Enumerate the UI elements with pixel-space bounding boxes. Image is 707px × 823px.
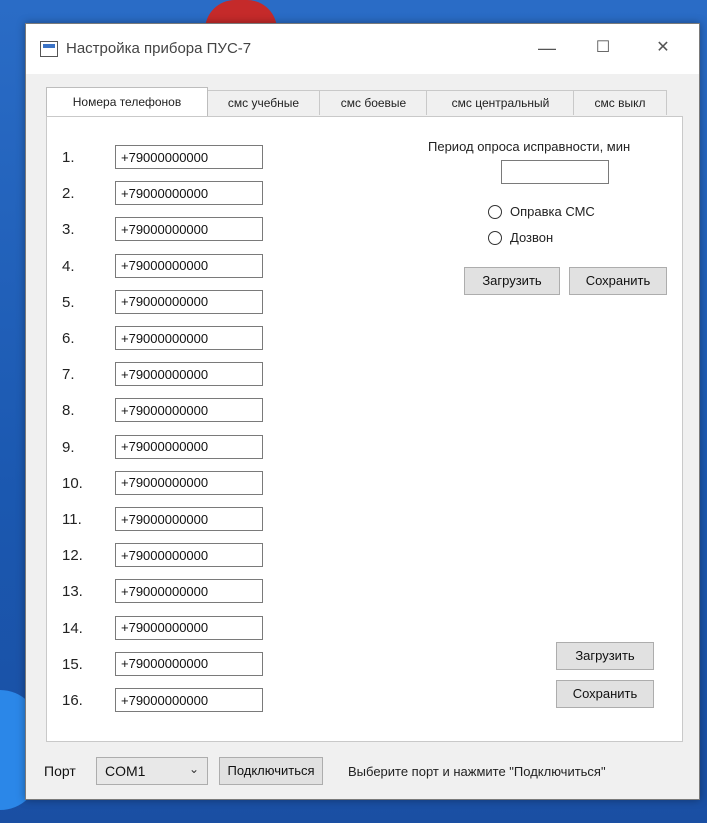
- chevron-down-icon: ⌄: [188, 762, 199, 776]
- port-select[interactable]: COM1 ⌄: [96, 757, 208, 785]
- phone-row-number: 1.: [62, 149, 75, 166]
- period-input[interactable]: [501, 160, 609, 184]
- tab-phone-numbers[interactable]: Номера телефонов: [46, 87, 208, 116]
- tab-sms-training[interactable]: смс учебные: [206, 90, 321, 115]
- phone-row-number: 14.: [62, 619, 83, 637]
- phone-input[interactable]: [115, 507, 263, 531]
- tab-page-phone-numbers: 1.2.3.4.5.6.7.8.9.10.11.12.13.14.15.16. …: [46, 116, 683, 742]
- connect-button[interactable]: Подключиться: [219, 757, 323, 785]
- phone-input[interactable]: [115, 253, 263, 278]
- phone-row-number: 7.: [62, 366, 75, 384]
- phone-row-number: 9.: [62, 438, 75, 456]
- tab-sms-combat[interactable]: смс боевые: [319, 90, 428, 115]
- phone-input[interactable]: [115, 688, 263, 712]
- window-title: Настройка прибора ПУС-7: [66, 40, 252, 57]
- phone-input[interactable]: [115, 470, 263, 495]
- settings-load-button[interactable]: Загрузить: [464, 267, 560, 295]
- phone-input[interactable]: [115, 145, 263, 169]
- phones-load-button[interactable]: Загрузить: [556, 642, 654, 670]
- phone-input[interactable]: [115, 217, 263, 242]
- phone-input[interactable]: [115, 181, 263, 206]
- settings-window: Настройка прибора ПУС-7 — ☐ ✕ Номера тел…: [25, 23, 700, 800]
- phone-input[interactable]: [115, 579, 263, 604]
- phone-row-number: 16.: [62, 692, 83, 709]
- period-label: Период опроса исправности, мин: [428, 139, 631, 154]
- phone-input[interactable]: [115, 398, 263, 423]
- phone-row-number: 4.: [62, 257, 75, 275]
- port-select-value: COM1: [105, 763, 146, 779]
- phone-row-number: 12.: [62, 547, 83, 565]
- phone-input[interactable]: [115, 362, 263, 387]
- port-label: Порт: [44, 763, 76, 779]
- radio-call-label: Дозвон: [510, 230, 554, 245]
- radio-call[interactable]: [488, 231, 502, 245]
- phone-row-number: 13.: [62, 583, 83, 601]
- status-text: Выберите порт и нажмите "Подключиться": [348, 764, 606, 779]
- radio-sms[interactable]: [488, 205, 502, 219]
- phone-input[interactable]: [115, 543, 263, 568]
- phone-input[interactable]: [115, 326, 263, 350]
- phone-row-number: 6.: [62, 330, 75, 347]
- radio-sms-label: Оправка СМС: [510, 204, 595, 219]
- phone-row-number: 2.: [62, 185, 75, 203]
- phone-row-number: 10.: [62, 474, 83, 492]
- phone-row-number: 5.: [62, 293, 75, 311]
- tab-sms-central[interactable]: смс центральный: [426, 90, 575, 115]
- phone-input[interactable]: [115, 289, 263, 314]
- phone-row-number: 11.: [62, 511, 82, 528]
- phone-input[interactable]: [115, 651, 263, 676]
- app-window-icon: [40, 41, 58, 57]
- phone-input[interactable]: [115, 434, 263, 459]
- maximize-button[interactable]: ☐: [590, 36, 616, 62]
- settings-save-button[interactable]: Сохранить: [569, 267, 667, 295]
- minimize-button[interactable]: —: [534, 36, 560, 62]
- phone-row-number: 3.: [62, 221, 75, 239]
- phone-row-number: 15.: [62, 655, 83, 673]
- phone-input[interactable]: [115, 615, 263, 640]
- title-bar[interactable]: Настройка прибора ПУС-7 — ☐ ✕: [26, 24, 699, 74]
- phones-save-button[interactable]: Сохранить: [556, 680, 654, 708]
- close-button[interactable]: ✕: [650, 36, 676, 62]
- phone-row-number: 8.: [62, 402, 75, 420]
- tab-sms-off[interactable]: смс выкл: [573, 90, 667, 115]
